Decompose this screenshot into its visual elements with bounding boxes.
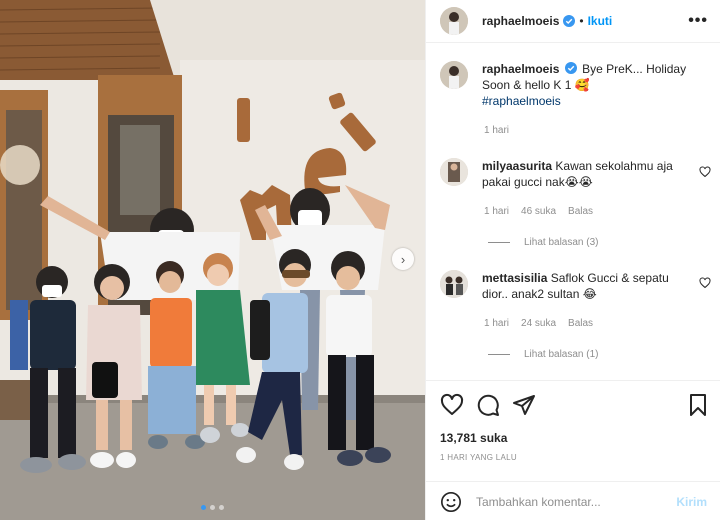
commenter-username[interactable]: milyaasurita (482, 159, 552, 173)
header-separator: • (579, 14, 584, 28)
emoji-smiley-icon[interactable] (440, 491, 462, 513)
view-replies-button[interactable]: Lihat balasan (1) (488, 349, 599, 360)
replies-divider (488, 242, 510, 243)
post-side-panel: raphaelmoeis • Ikuti ••• raphaelmoeis By… (425, 0, 720, 520)
caption-row: raphaelmoeis Bye PreK... Holiday Soon & … (440, 61, 710, 109)
author-avatar[interactable] (440, 7, 468, 35)
author-avatar[interactable] (440, 61, 468, 89)
carousel-dot (219, 505, 224, 510)
share-send-icon[interactable] (512, 393, 536, 417)
like-comment-heart-icon[interactable] (699, 166, 711, 178)
caption-time: 1 hari (484, 125, 510, 136)
carousel-dot (210, 505, 215, 510)
comments-list: raphaelmoeis Bye PreK... Holiday Soon & … (426, 44, 720, 380)
caption-text: raphaelmoeis Bye PreK... Holiday Soon & … (482, 61, 697, 109)
comment-time: 1 hari (484, 318, 510, 329)
caption-username[interactable]: raphaelmoeis (482, 62, 559, 76)
caption-meta: 1 hari (484, 125, 509, 136)
verified-badge-icon (564, 62, 577, 74)
like-comment-heart-icon[interactable] (699, 277, 711, 289)
author-username[interactable]: raphaelmoeis (482, 14, 559, 28)
action-icons (440, 393, 708, 417)
post-image (0, 0, 425, 520)
post-actions: 13,781 suka 1 HARI YANG LALU Kirim (426, 380, 720, 520)
comment-meta: 1 hari 46 suka Balas (484, 206, 593, 217)
view-replies-label: Lihat balasan (1) (524, 349, 599, 360)
follow-button[interactable]: Ikuti (588, 14, 613, 28)
likes-count[interactable]: 13,781 suka (440, 431, 507, 445)
add-comment-input[interactable] (476, 494, 656, 509)
comment-item: mettasisilia Saflok Gucci & sepatu dior.… (440, 270, 710, 302)
post-comment-button[interactable]: Kirim (676, 495, 707, 509)
post-photo[interactable]: › (0, 0, 425, 520)
view-replies-button[interactable]: Lihat balasan (3) (488, 237, 599, 248)
comment-meta: 1 hari 24 suka Balas (484, 318, 593, 329)
bookmark-icon[interactable] (686, 393, 710, 417)
reply-button[interactable]: Balas (568, 318, 593, 329)
caption-hashtag[interactable]: #raphaelmoeis (482, 94, 561, 108)
comment-likes[interactable]: 46 suka (521, 206, 556, 217)
post-date: 1 HARI YANG LALU (440, 453, 517, 462)
post-header: raphaelmoeis • Ikuti ••• (426, 0, 720, 43)
more-options-button[interactable]: ••• (688, 12, 708, 30)
commenter-avatar[interactable] (440, 158, 468, 186)
carousel-indicator (0, 505, 425, 510)
comment-text: milyaasurita Kawan sekolahmu aja pakai g… (482, 158, 697, 190)
view-replies-label: Lihat balasan (3) (524, 237, 599, 248)
reply-button[interactable]: Balas (568, 206, 593, 217)
comment-time: 1 hari (484, 206, 510, 217)
like-heart-icon[interactable] (440, 393, 464, 417)
sign-letter-i (237, 98, 250, 142)
comment-item: milyaasurita Kawan sekolahmu aja pakai g… (440, 158, 710, 190)
chevron-right-icon: › (400, 251, 406, 267)
carousel-dot (201, 505, 206, 510)
commenter-username[interactable]: mettasisilia (482, 271, 547, 285)
replies-divider (488, 354, 510, 355)
add-comment-bar: Kirim (426, 481, 720, 520)
comment-likes[interactable]: 24 suka (521, 318, 556, 329)
comment-text: mettasisilia Saflok Gucci & sepatu dior.… (482, 270, 697, 302)
next-photo-button[interactable]: › (392, 248, 414, 270)
comment-bubble-icon[interactable] (476, 393, 500, 417)
verified-badge-icon (563, 15, 576, 27)
commenter-avatar[interactable] (440, 270, 468, 298)
